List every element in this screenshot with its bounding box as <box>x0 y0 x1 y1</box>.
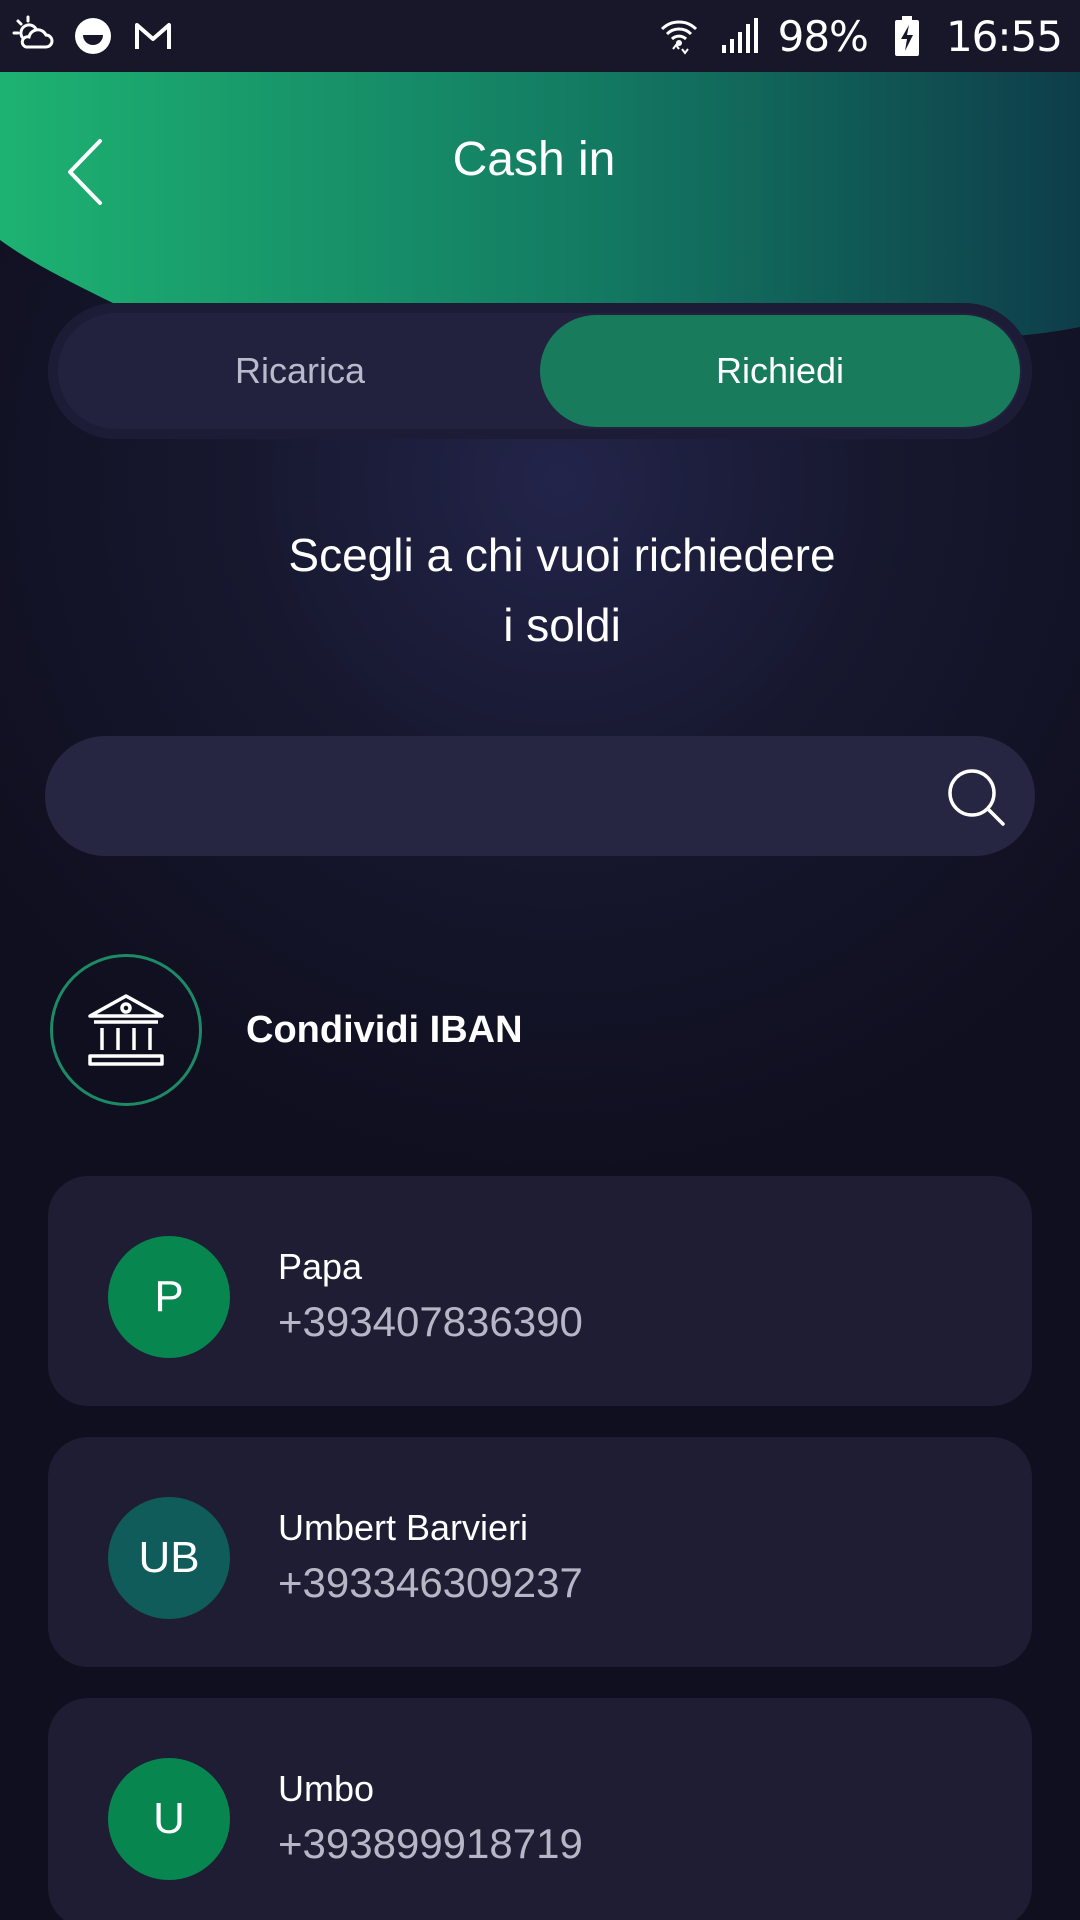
face-icon <box>72 15 114 57</box>
contact-card[interactable]: UB Umbert Barvieri +393346309237 <box>48 1437 1032 1667</box>
signal-icon <box>718 15 760 57</box>
bank-icon-container <box>50 954 202 1106</box>
wifi-icon <box>658 15 700 57</box>
tab-switcher: Ricarica Richiedi <box>48 303 1032 439</box>
heading-line-2: i soldi <box>503 599 621 651</box>
tab-ricarica[interactable]: Ricarica <box>60 315 540 427</box>
section-heading: Scegli a chi vuoi richiedere i soldi <box>0 520 1080 660</box>
battery-percent: 98% <box>777 11 869 61</box>
weather-icon <box>12 15 54 57</box>
contact-phone: +393346309237 <box>278 1559 583 1606</box>
avatar: P <box>108 1236 230 1358</box>
bank-icon <box>88 994 164 1066</box>
tab-richiedi[interactable]: Richiedi <box>540 315 1020 427</box>
search-bar <box>45 736 1035 856</box>
contact-name: Umbert Barvieri <box>278 1507 529 1548</box>
contact-card[interactable]: P Papa +393407836390 <box>48 1176 1032 1406</box>
mail-icon <box>132 15 174 57</box>
avatar: U <box>108 1758 230 1880</box>
search-icon[interactable] <box>945 766 1009 830</box>
contact-card[interactable]: U Umbo +393899918719 <box>48 1698 1032 1920</box>
clock: 16:55 <box>945 11 1063 61</box>
avatar: UB <box>108 1497 230 1619</box>
share-iban-item[interactable]: Condividi IBAN <box>50 952 1030 1108</box>
share-iban-label: Condividi IBAN <box>246 1008 523 1051</box>
status-bar: 98% 16:55 <box>0 0 1080 72</box>
page-title: Cash in <box>452 133 616 186</box>
contact-name: Papa <box>278 1246 363 1287</box>
heading-line-1: Scegli a chi vuoi richiedere <box>288 529 836 581</box>
battery-charging-icon <box>886 15 928 57</box>
contact-phone: +393899918719 <box>278 1820 583 1867</box>
search-input[interactable] <box>85 736 905 856</box>
contact-name: Umbo <box>278 1768 375 1809</box>
contact-phone: +393407836390 <box>278 1298 583 1345</box>
